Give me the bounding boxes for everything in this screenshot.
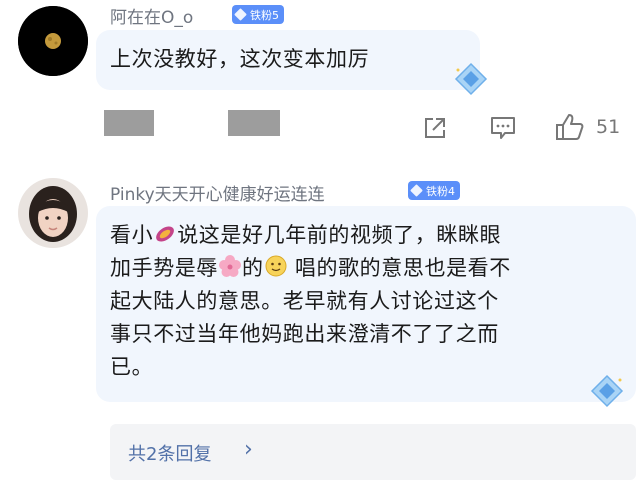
- comment-bubble-1: 上次没教好，这次变本加厉: [96, 30, 488, 96]
- comment-text-segment: 说这是好几年前的视频了，眯眯眼: [177, 223, 502, 247]
- view-replies-button[interactable]: 共2条回复 ›: [110, 424, 636, 480]
- like-count: 51: [596, 116, 621, 138]
- avatar-girl[interactable]: [18, 178, 88, 248]
- comment-text-2: 看小 说这是好几年前的视频了，眯眯眼 加手势是辱的 唱的歌的意思也是看不 起大陆人…: [110, 219, 630, 384]
- flower-emoji: [219, 255, 241, 277]
- moon-avatar-icon: [18, 6, 88, 76]
- view-replies-label: 共2条回复: [128, 444, 212, 465]
- chevron-right-icon: ›: [244, 437, 253, 462]
- fan-badge-1: 铁粉5: [232, 5, 284, 24]
- badge-diamond-icon: [234, 8, 247, 21]
- username-1[interactable]: 阿在在O_o: [110, 3, 193, 28]
- diamond-sticker-icon: [454, 62, 488, 96]
- comment-text-1: 上次没教好，这次变本加厉: [110, 47, 370, 71]
- comment-line: 已。: [110, 351, 630, 384]
- comment-text-segment: 已。: [110, 355, 154, 379]
- username-2[interactable]: Pinky天天开心健康好运连连: [110, 180, 325, 205]
- comment-line: 起大陆人的意思。老早就有人讨论过这个: [110, 285, 630, 318]
- thumbs-up-icon[interactable]: [554, 112, 586, 142]
- fan-badge-2: 铁粉4: [408, 181, 460, 200]
- comment-icon[interactable]: [488, 114, 518, 142]
- comment-line: 看小 说这是好几年前的视频了，眯眯眼: [110, 219, 630, 252]
- smile-emoji: [265, 255, 287, 277]
- sweet-potato-emoji: [156, 226, 175, 242]
- comment-line: 事只不过当年他妈跑出来澄清不了了之而: [110, 318, 630, 351]
- avatar-moon[interactable]: [18, 6, 88, 76]
- fan-badge-label: 铁粉5: [250, 8, 279, 22]
- share-icon[interactable]: [422, 115, 448, 141]
- comment-bubble-2: 看小 说这是好几年前的视频了，眯眯眼 加手势是辱的 唱的歌的意思也是看不 起大陆人…: [96, 206, 636, 408]
- comment-line: 加手势是辱的 唱的歌的意思也是看不: [110, 252, 630, 285]
- comment-text-segment: 看小: [110, 223, 154, 247]
- comment-text-segment: 的: [242, 256, 264, 280]
- comment-text-segment: 事只不过当年他妈跑出来澄清不了了之而: [110, 322, 499, 346]
- comment-text-segment: 唱的歌的意思也是看不: [287, 256, 511, 280]
- blurred-block-1: [104, 110, 154, 136]
- fan-badge-label: 铁粉4: [426, 184, 455, 198]
- comment-text-segment: 起大陆人的意思。老早就有人讨论过这个: [110, 289, 499, 313]
- girl-avatar-icon: [18, 178, 88, 248]
- diamond-sticker-icon: [590, 374, 624, 408]
- blurred-block-2: [228, 110, 280, 136]
- comment-text-segment: 加手势是辱: [110, 256, 218, 280]
- badge-diamond-icon: [410, 184, 423, 197]
